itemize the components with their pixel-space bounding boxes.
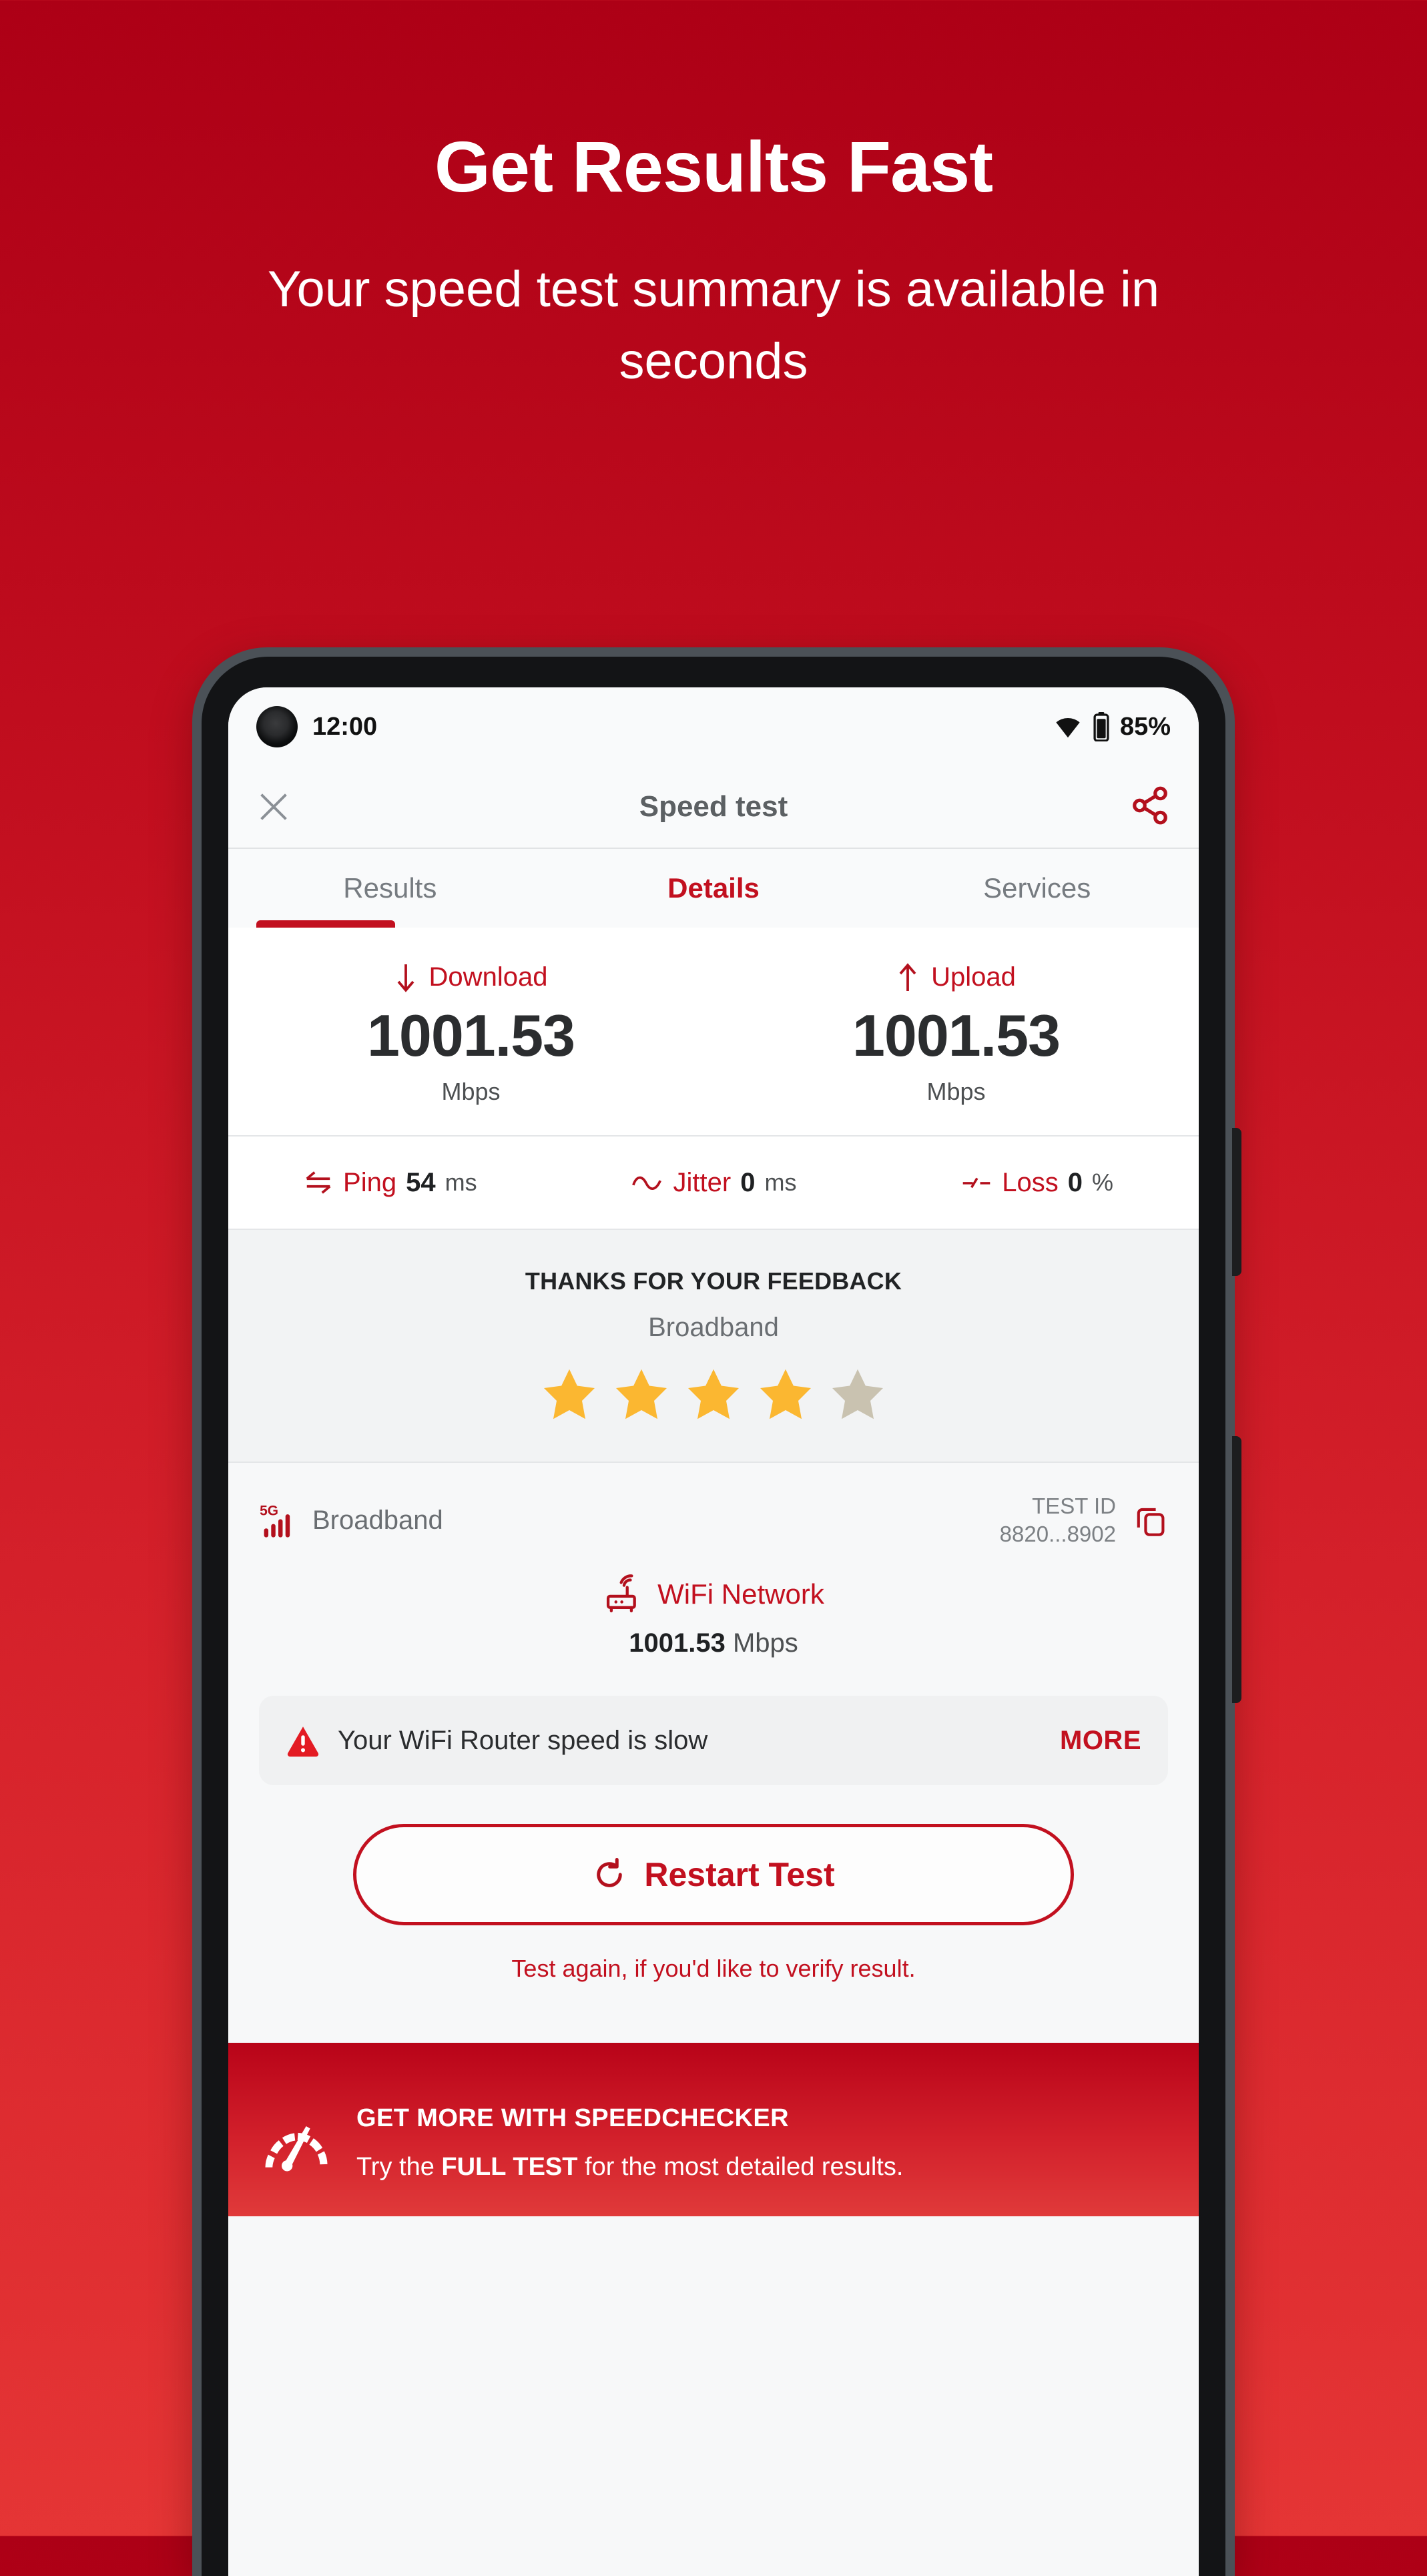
promo-sub-suffix: for the most detailed results. xyxy=(577,2153,904,2182)
upload-unit: Mbps xyxy=(926,1078,986,1105)
warning-wrapper: Your WiFi Router speed is slow MORE xyxy=(228,1673,1199,1786)
restart-test-label: Restart Test xyxy=(644,1856,835,1894)
status-time: 12:00 xyxy=(312,712,378,741)
share-icon[interactable] xyxy=(1129,785,1171,830)
test-id-value: 8820...8902 xyxy=(999,1522,1116,1547)
promo-sub-prefix: Try the xyxy=(356,2153,442,2182)
upload-block: Upload 1001.53 Mbps xyxy=(714,962,1199,1106)
tab-results[interactable]: Results xyxy=(228,849,552,928)
status-bar: 12:00 85% xyxy=(228,687,1199,766)
phone-power-button[interactable] xyxy=(1232,1436,1241,1703)
tab-active-indicator xyxy=(256,920,395,928)
star-icon[interactable] xyxy=(757,1365,814,1423)
download-value: 1001.53 xyxy=(366,1002,575,1068)
tab-services[interactable]: Services xyxy=(875,849,1199,928)
upload-value: 1001.53 xyxy=(852,1002,1061,1068)
warning-triangle-icon xyxy=(287,1726,319,1757)
loss-label: Loss xyxy=(1002,1167,1059,1197)
wifi-icon xyxy=(1056,717,1080,738)
feedback-subtitle: Broadband xyxy=(648,1313,779,1342)
refresh-icon xyxy=(597,1858,623,1888)
metric-loss: Loss 0 % xyxy=(875,1168,1199,1198)
tab-details[interactable]: Details xyxy=(552,849,876,928)
content-spacer xyxy=(228,1983,1199,2043)
feedback-title: THANKS FOR YOUR FEEDBACK xyxy=(525,1267,902,1295)
restart-wrapper: Restart Test Test again, if you'd like t… xyxy=(228,1785,1199,1983)
close-icon[interactable] xyxy=(256,789,291,824)
restart-test-button[interactable]: Restart Test xyxy=(353,1824,1074,1926)
star-icon[interactable] xyxy=(829,1365,886,1423)
metrics-row: Ping 54 ms Jitter 0 ms Loss 0 % xyxy=(228,1137,1199,1230)
copy-icon[interactable] xyxy=(1133,1503,1168,1538)
front-camera-punchhole-icon xyxy=(256,706,298,747)
star-icon[interactable] xyxy=(613,1365,670,1423)
phone-screen: 12:00 85% Speed test Results Details Ser… xyxy=(228,687,1199,2576)
page-title: Speed test xyxy=(639,790,788,823)
app-bar: Speed test xyxy=(228,766,1199,848)
network-name: Broadband xyxy=(312,1505,443,1535)
metric-jitter: Jitter 0 ms xyxy=(552,1168,876,1198)
warning-more-button[interactable]: MORE xyxy=(1060,1726,1141,1756)
battery-icon xyxy=(1093,712,1109,741)
restart-note: Test again, if you'd like to verify resu… xyxy=(511,1955,916,1983)
jitter-value: 0 xyxy=(740,1167,756,1197)
rating-stars[interactable] xyxy=(228,1365,1199,1423)
phone-volume-button[interactable] xyxy=(1232,1128,1241,1276)
speed-summary: Download 1001.53 Mbps Upload 1001.53 Mbp… xyxy=(228,928,1199,1137)
upload-arrow-icon xyxy=(899,962,916,991)
promo-title: GET MORE WITH SPEEDCHECKER xyxy=(356,2104,789,2133)
ping-label: Ping xyxy=(343,1167,397,1197)
loss-value: 0 xyxy=(1067,1167,1083,1197)
jitter-unit: ms xyxy=(764,1169,797,1196)
test-id-block: TEST ID 8820...8902 xyxy=(1000,1492,1116,1548)
network-row: 5G Broadband TEST ID 8820...8902 xyxy=(228,1463,1199,1566)
phone-mockup: 12:00 85% Speed test Results Details Ser… xyxy=(192,647,1241,2576)
5g-signal-icon: 5G xyxy=(260,1504,290,1538)
wifi-network-block: WiFi Network 1001.53 Mbps xyxy=(228,1566,1199,1674)
status-battery-percent: 85% xyxy=(1119,712,1171,741)
feedback-section: THANKS FOR YOUR FEEDBACK Broadband xyxy=(228,1230,1199,1463)
jitter-icon xyxy=(631,1176,661,1190)
test-id-label: TEST ID xyxy=(1032,1494,1116,1518)
download-block: Download 1001.53 Mbps xyxy=(228,962,714,1106)
metric-ping: Ping 54 ms xyxy=(228,1168,552,1198)
download-label: Download xyxy=(429,962,548,992)
download-unit: Mbps xyxy=(441,1078,501,1105)
wifi-speed-value: 1001.53 xyxy=(629,1628,726,1658)
upload-label: Upload xyxy=(931,962,1016,992)
star-icon[interactable] xyxy=(685,1365,742,1423)
promo-sub-bold: FULL TEST xyxy=(441,2153,578,2182)
hero-subtitle: Your speed test summary is available in … xyxy=(267,261,1160,390)
promo-subtitle: Try the FULL TEST for the most detailed … xyxy=(356,2153,903,2182)
hero-title: Get Results Fast xyxy=(434,126,993,207)
ping-icon xyxy=(306,1171,331,1194)
ping-unit: ms xyxy=(445,1169,477,1196)
wifi-speed-unit: Mbps xyxy=(732,1628,798,1658)
speedometer-icon xyxy=(265,2126,328,2172)
wifi-network-label: WiFi Network xyxy=(657,1578,824,1610)
ping-value: 54 xyxy=(406,1167,436,1197)
hero-section: Get Results Fast Your speed test summary… xyxy=(0,0,1427,398)
jitter-label: Jitter xyxy=(673,1167,732,1197)
warning-text: Your WiFi Router speed is slow xyxy=(338,1725,708,1755)
loss-unit: % xyxy=(1092,1169,1114,1196)
router-slow-warning[interactable]: Your WiFi Router speed is slow MORE xyxy=(259,1696,1168,1786)
router-icon xyxy=(607,1574,636,1613)
promo-footer[interactable]: GET MORE WITH SPEEDCHECKER Try the FULL … xyxy=(228,2043,1199,2217)
download-arrow-icon xyxy=(397,964,414,992)
svg-text:5G: 5G xyxy=(260,1504,278,1519)
tab-bar: Results Details Services xyxy=(228,848,1199,928)
loss-icon xyxy=(962,1177,990,1189)
star-icon[interactable] xyxy=(541,1365,598,1423)
